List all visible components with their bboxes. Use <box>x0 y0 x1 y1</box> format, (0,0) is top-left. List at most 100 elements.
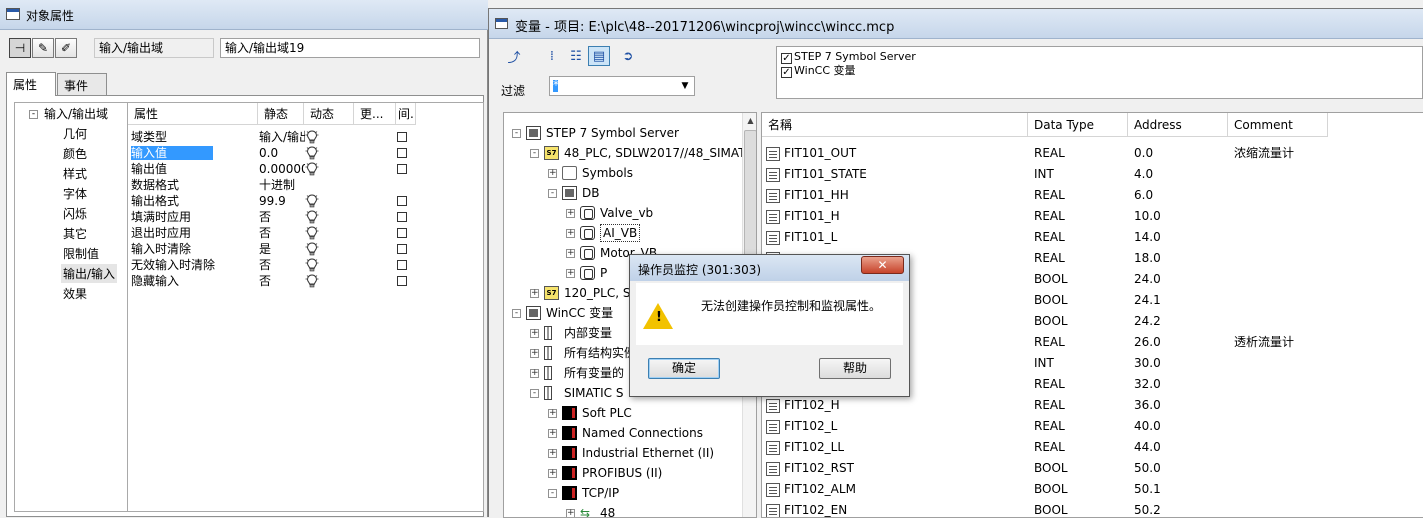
table-row[interactable]: FIT102_H REAL 36.0 <box>762 395 1423 416</box>
expand-icon[interactable]: + <box>548 429 557 438</box>
property-static-value[interactable]: 是 <box>259 241 305 257</box>
property-static-value[interactable]: 99.9 <box>259 193 305 209</box>
property-static-value[interactable]: 否 <box>259 273 305 289</box>
expand-icon[interactable]: + <box>548 469 557 478</box>
tree-item-font[interactable]: 字体 <box>63 185 87 202</box>
details-view-icon[interactable]: ▤ <box>588 46 610 66</box>
lightbulb-icon[interactable] <box>305 194 319 208</box>
expand-icon[interactable]: + <box>566 269 575 278</box>
pipette-icon[interactable]: ✎ <box>32 38 54 58</box>
collapse-icon[interactable]: - <box>530 389 539 398</box>
table-row[interactable]: FIT101_H REAL 10.0 <box>762 206 1423 227</box>
lightbulb-icon[interactable] <box>305 242 319 256</box>
property-static-value[interactable]: 0.0 <box>259 145 305 161</box>
pipette-paste-icon[interactable]: ✐ <box>55 38 77 58</box>
indirect-checkbox[interactable] <box>397 196 407 206</box>
checkbox-checked-icon[interactable]: ✓ <box>781 53 792 64</box>
table-row[interactable]: FIT102_RST BOOL 50.0 <box>762 458 1423 479</box>
tree-node[interactable]: + ⇆ 48 <box>504 503 742 517</box>
property-static-value[interactable]: 否 <box>259 257 305 273</box>
expand-icon[interactable]: + <box>530 289 539 298</box>
collapse-icon[interactable]: - <box>512 129 521 138</box>
tree-node[interactable]: + Soft PLC <box>504 403 742 423</box>
col-header-static[interactable]: 静态 <box>258 103 304 125</box>
tree-item-geometry[interactable]: 几何 <box>63 125 87 142</box>
collapse-icon[interactable]: - <box>512 309 521 318</box>
tree-node[interactable]: + Symbols <box>504 163 742 183</box>
expand-icon[interactable]: + <box>548 409 557 418</box>
object-properties-titlebar[interactable]: 对象属性 <box>0 0 488 30</box>
col-header-address[interactable]: Address <box>1128 113 1228 137</box>
tag-export-icon[interactable]: ➲ <box>617 47 639 67</box>
table-row[interactable]: FIT102_ALM BOOL 50.1 <box>762 479 1423 500</box>
tree-node[interactable]: + Named Connections <box>504 423 742 443</box>
tab-properties[interactable]: 属性 <box>6 72 56 96</box>
table-row[interactable]: FIT102_EN BOOL 50.2 <box>762 500 1423 517</box>
scroll-up-icon[interactable]: ▲ <box>743 113 756 129</box>
tree-item-output-input[interactable]: 输出/输入 <box>61 264 118 283</box>
table-row[interactable]: FIT102_LL REAL 44.0 <box>762 437 1423 458</box>
lightbulb-icon[interactable] <box>305 146 319 160</box>
property-static-value[interactable]: 0.000000 <box>259 161 305 177</box>
lightbulb-icon[interactable] <box>305 130 319 144</box>
expand-icon[interactable]: + <box>566 209 575 218</box>
tree-node[interactable]: - TCP/IP <box>504 483 742 503</box>
tree-item-colors[interactable]: 颜色 <box>63 145 87 162</box>
collapse-icon[interactable]: - <box>548 189 557 198</box>
expand-icon[interactable]: + <box>566 249 575 258</box>
tree-node[interactable]: + Valve_vb <box>504 203 742 223</box>
tree-item-effects[interactable]: 效果 <box>63 285 87 302</box>
table-row[interactable]: FIT101_HH REAL 6.0 <box>762 185 1423 206</box>
indirect-checkbox[interactable] <box>397 228 407 238</box>
property-static-value[interactable]: 否 <box>259 225 305 241</box>
lightbulb-icon[interactable] <box>305 210 319 224</box>
property-row[interactable]: 隐藏输入 否 <box>128 273 484 289</box>
pin-icon[interactable]: ⊣ <box>9 38 31 58</box>
col-header-comment[interactable]: Comment <box>1228 113 1328 137</box>
col-header-indirect[interactable]: 间. <box>396 103 416 125</box>
source-wincc-checkbox[interactable]: ✓ WinCC 变量 <box>781 64 856 78</box>
property-row[interactable]: 退出时应用 否 <box>128 225 484 241</box>
close-icon[interactable]: ✕ <box>861 256 904 274</box>
property-row[interactable]: 填满时应用 否 <box>128 209 484 225</box>
tree-node[interactable]: - DB <box>504 183 742 203</box>
expand-icon[interactable]: + <box>548 169 557 178</box>
lightbulb-icon[interactable] <box>305 258 319 272</box>
help-button[interactable]: 帮助 <box>819 358 891 379</box>
property-static-value[interactable]: 输入/输出 <box>259 129 305 145</box>
tree-node[interactable]: - STEP 7 Symbol Server <box>504 123 742 143</box>
tree-collapse-icon[interactable]: - <box>29 110 38 119</box>
property-row[interactable]: 输入时清除 是 <box>128 241 484 257</box>
indirect-checkbox[interactable] <box>397 148 407 158</box>
table-row[interactable]: FIT101_L REAL 14.0 <box>762 227 1423 248</box>
collapse-icon[interactable]: - <box>530 149 539 158</box>
tree-item-limits[interactable]: 限制值 <box>63 245 99 262</box>
table-row[interactable]: FIT101_OUT REAL 0.0 浓缩流量计 <box>762 143 1423 164</box>
tag-window-titlebar[interactable]: 变量 - 项目: E:\plc\48--20171206\wincproj\wi… <box>489 9 1423 39</box>
property-row[interactable]: 域类型 输入/输出 <box>128 129 484 145</box>
indirect-checkbox[interactable] <box>397 276 407 286</box>
tree-item-misc[interactable]: 其它 <box>63 225 87 242</box>
object-name-field[interactable]: 输入/输出域19 <box>220 38 480 58</box>
col-header-update[interactable]: 更... <box>354 103 396 125</box>
property-row[interactable]: 输出值 0.000000 <box>128 161 484 177</box>
tree-node[interactable]: + PROFIBUS (II) <box>504 463 742 483</box>
checkbox-checked-icon[interactable]: ✓ <box>781 67 792 78</box>
indirect-checkbox[interactable] <box>397 132 407 142</box>
list-view-icon[interactable]: ☷ <box>565 47 587 67</box>
property-row[interactable]: 数据格式 十进制 <box>128 177 484 193</box>
property-row[interactable]: 无效输入时清除 否 <box>128 257 484 273</box>
filter-combobox[interactable]: * ▼ <box>549 76 695 96</box>
up-level-icon[interactable]: ⤴ <box>503 49 525 69</box>
expand-icon[interactable]: + <box>530 349 539 358</box>
col-header-name[interactable]: 名稱 <box>762 113 1028 137</box>
source-step7-checkbox[interactable]: ✓ STEP 7 Symbol Server <box>781 50 916 64</box>
tree-node[interactable]: + Industrial Ethernet (II) <box>504 443 742 463</box>
expand-icon[interactable]: + <box>530 369 539 378</box>
chevron-down-icon[interactable]: ▼ <box>678 77 692 95</box>
indirect-checkbox[interactable] <box>397 244 407 254</box>
ok-button[interactable]: 确定 <box>648 358 720 379</box>
expand-icon[interactable]: + <box>530 329 539 338</box>
lightbulb-icon[interactable] <box>305 274 319 288</box>
expand-icon[interactable]: + <box>566 229 575 238</box>
